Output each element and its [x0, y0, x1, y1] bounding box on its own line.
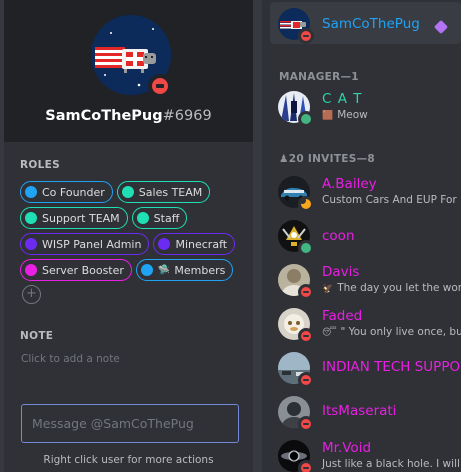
role-color-dot[interactable] [25, 238, 37, 250]
online-status-icon [298, 111, 314, 127]
member-activity: Just like a black hole. I will a [322, 458, 461, 470]
role-pill[interactable]: Minecraft [153, 233, 236, 255]
member-itsmaserati[interactable]: ItsMaserati [278, 396, 461, 440]
activity-text: " You only live once, bu [340, 326, 461, 338]
activity-emoji: 😴 [322, 328, 337, 338]
role-name: Minecraft [175, 237, 228, 251]
dnd-status-icon [298, 28, 314, 44]
role-pill[interactable]: Co Founder [20, 181, 113, 203]
role-color-dot[interactable] [158, 238, 171, 250]
member-activity: 🦅 The day you let the world [322, 282, 461, 294]
member-list: SamCoThePug MANAGER—1 C A T 🟫 Meow ♟20 IN… [262, 0, 461, 472]
discriminator-text: #6969 [162, 108, 212, 124]
member-mrvoid[interactable]: Mr.Void Just like a black hole. I will a [278, 440, 461, 472]
role-name: Members [174, 263, 226, 277]
dnd-status-icon [298, 372, 314, 388]
role-name: Sales TEAM [138, 185, 203, 199]
group-header-text: 20 INVITES—8 [288, 153, 376, 165]
member-cat[interactable]: C A T 🟫 Meow [278, 91, 461, 135]
profile-username: SamCoThePug#6969 [4, 108, 253, 124]
idle-status-icon [298, 196, 314, 212]
activity-emoji: 🦅 [322, 284, 334, 294]
role-name: WISP Panel Admin [42, 237, 142, 251]
member-name: coon [322, 228, 355, 244]
footer-hint: Right click user for more actions [43, 454, 214, 466]
member-name: Davis [322, 264, 360, 280]
member-activity: 🟫 Meow [322, 109, 368, 121]
role-color-dot[interactable] [25, 186, 37, 198]
username-text: SamCoThePug [45, 108, 163, 124]
member-name: ItsMaserati [322, 403, 397, 419]
role-pill[interactable]: Sales TEAM [116, 181, 211, 203]
member-faded[interactable]: Faded 😴 " You only live once, bu [278, 308, 461, 352]
role-name: Server Booster [42, 263, 124, 277]
activity-emoji: 🟫 [322, 111, 334, 121]
user-profile-popout: SamCoThePug#6969 ROLES Co Founder Sales T… [4, 0, 253, 472]
role-color-dot[interactable] [121, 186, 134, 198]
role-pill[interactable]: WISP Panel Admin [20, 233, 150, 255]
member-abailey[interactable]: A.Bailey Custom Cars And EUP For F [278, 176, 461, 220]
dnd-status-icon [298, 284, 314, 300]
role-name: Co Founder [42, 185, 105, 199]
member-activity: 😴 " You only live once, bu [322, 326, 461, 338]
member-indian-tech-support[interactable]: INDIAN TECH SUPPO [278, 352, 461, 396]
role-name: Staff [153, 211, 180, 225]
role-color-dot[interactable] [25, 264, 37, 276]
crown-icon: ♟ [279, 153, 289, 165]
group-header-manager: MANAGER—1 [279, 71, 359, 83]
role-name: Support TEAM [42, 211, 120, 225]
role-pill[interactable]: Staff [131, 207, 188, 229]
group-header-invites: ♟20 INVITES—8 [279, 153, 375, 165]
role-pill[interactable]: Support TEAM [20, 207, 128, 229]
role-color-dot[interactable] [25, 212, 37, 224]
note-field[interactable]: Click to add a note [21, 353, 120, 365]
role-pill[interactable]: 🛸 Members [135, 259, 234, 281]
member-davis[interactable]: Davis 🦅 The day you let the world [278, 264, 461, 308]
owner-gem-icon [433, 19, 449, 35]
member-name: INDIAN TECH SUPPO [322, 359, 461, 375]
role-color-dot[interactable] [140, 264, 153, 276]
role-pill[interactable]: Server Booster [20, 259, 132, 281]
activity-text: The day you let the world [337, 282, 461, 294]
role-color-dot[interactable] [136, 212, 149, 224]
dnd-status-icon [298, 460, 314, 472]
roles-list: Co Founder Sales TEAM Support TEAM Staff WIS… [20, 181, 248, 304]
roles-title: ROLES [20, 159, 60, 171]
profile-header: SamCoThePug#6969 [4, 0, 253, 142]
role-icon: 🛸 [157, 264, 171, 276]
note-title: NOTE [20, 330, 54, 342]
dnd-status-icon [148, 74, 172, 98]
member-name: Mr.Void [322, 440, 372, 456]
dnd-status-icon [298, 416, 314, 432]
dnd-status-icon [298, 328, 314, 344]
online-status-icon [298, 240, 314, 256]
member-name: C A T [322, 91, 363, 107]
activity-text: Meow [337, 109, 368, 121]
member-coon[interactable]: coon [278, 220, 461, 264]
member-name: SamCoThePug [322, 16, 420, 32]
member-name: A.Bailey [322, 176, 377, 192]
message-input[interactable] [21, 404, 239, 443]
member-activity: Custom Cars And EUP For F [322, 194, 461, 206]
add-role-button[interactable]: + [22, 285, 41, 304]
member-samcothepug[interactable]: SamCoThePug [278, 8, 461, 52]
member-name: Faded [322, 308, 363, 324]
